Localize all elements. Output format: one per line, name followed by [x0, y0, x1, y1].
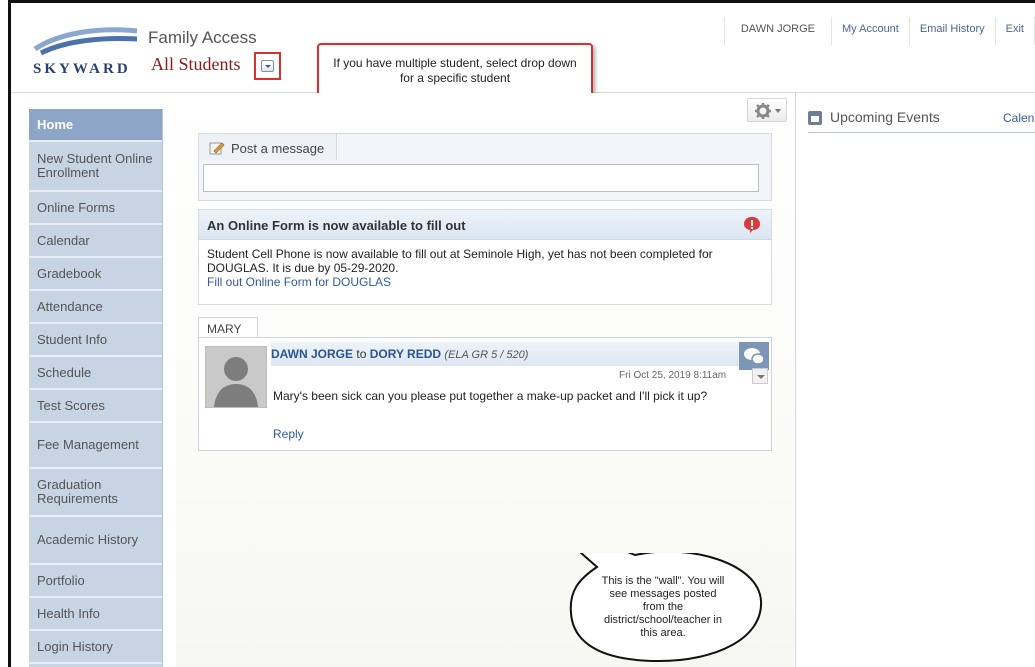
student-select-label[interactable]: All Students	[151, 54, 241, 75]
message-course: (ELA GR 5 / 520)	[444, 349, 529, 361]
online-form-notice: An Online Form is now available to fill …	[198, 209, 772, 305]
sidebar-item-gradebook[interactable]: Gradebook	[29, 258, 162, 291]
settings-button[interactable]	[747, 98, 787, 122]
message-card: DAWN JORGE to DORY REDD (ELA GR 5 / 520)…	[198, 337, 772, 451]
wall-callout: This is the "wall". You will see message…	[538, 515, 773, 665]
sidebar-item-test-scores[interactable]: Test Scores	[29, 390, 162, 423]
avatar	[205, 346, 267, 408]
post-message-box: Post a message	[198, 133, 772, 201]
message-header: DAWN JORGE to DORY REDD (ELA GR 5 / 520)	[271, 342, 769, 370]
sidebar-item-student-info[interactable]: Student Info	[29, 324, 162, 357]
app-title: Family Access	[148, 28, 257, 47]
sidebar-item-login-history[interactable]: Login History	[29, 631, 162, 664]
sidebar-item-fee-management[interactable]: Fee Management	[29, 423, 162, 469]
post-message-input[interactable]	[203, 164, 759, 192]
sidebar-item-calendar[interactable]: Calendar	[29, 225, 162, 258]
wall-callout-text: This is the "wall". You will see message…	[601, 575, 725, 639]
wall-area: Post a message An Online Form is now ava…	[176, 93, 794, 667]
caret-down-icon	[775, 109, 781, 113]
online-form-body: Student Cell Phone is now available to f…	[199, 240, 771, 296]
online-form-text: Student Cell Phone is now available to f…	[207, 247, 713, 275]
sidebar-item-online-forms[interactable]: Online Forms	[29, 192, 162, 225]
message-text: Mary's been sick can you please put toge…	[273, 389, 708, 403]
logo-text: SKYWARD	[33, 61, 131, 77]
sidebar-item-schedule[interactable]: Schedule	[29, 357, 162, 390]
skyward-logo[interactable]: SKYWARD	[29, 25, 144, 81]
student-dropdown[interactable]	[254, 52, 281, 80]
message-to-word: to	[356, 347, 367, 361]
sidebar-item-attendance[interactable]: Attendance	[29, 291, 162, 324]
sidebar-item-health-info[interactable]: Health Info	[29, 598, 162, 631]
exit-link[interactable]: Exit	[996, 17, 1035, 45]
reply-link[interactable]: Reply	[273, 427, 304, 441]
browser-frame: SKYWARD Family Access All Students If yo…	[8, 0, 1035, 667]
alert-icon	[744, 217, 760, 233]
message-date: Fri Oct 25, 2019 8:11am	[619, 370, 727, 381]
sidebar: Home New Student Online Enrollment Onlin…	[29, 109, 163, 667]
upcoming-events-title: Upcoming Events	[830, 109, 940, 125]
sidebar-item-home[interactable]: Home	[29, 109, 162, 142]
calendar-link[interactable]: Calendar	[1003, 111, 1035, 125]
header: SKYWARD Family Access All Students If yo…	[11, 3, 1035, 103]
user-name: DAWN JORGE	[725, 17, 832, 45]
upcoming-events-header: Upcoming Events Calendar	[808, 109, 1035, 133]
calendar-icon	[808, 111, 822, 125]
online-form-header: An Online Form is now available to fill …	[199, 210, 771, 240]
post-message-tab[interactable]: Post a message	[199, 134, 337, 160]
message-sender[interactable]: DAWN JORGE	[271, 347, 353, 361]
sidebar-item-portfolio[interactable]: Portfolio	[29, 565, 162, 598]
online-form-title: An Online Form is now available to fill …	[207, 218, 466, 233]
fill-out-form-link[interactable]: Fill out Online Form for DOUGLAS	[207, 275, 763, 289]
email-history-link[interactable]: Email History	[910, 17, 996, 45]
pencil-note-icon	[209, 142, 225, 155]
person-silhouette-icon	[214, 357, 258, 407]
post-message-label: Post a message	[231, 141, 325, 156]
sidebar-item-new-student-online-enrollment[interactable]: New Student Online Enrollment	[29, 142, 162, 192]
student-tab-mary[interactable]: MARY	[198, 317, 258, 338]
chevron-down-icon[interactable]	[261, 60, 274, 72]
chat-bubble-icon[interactable]	[739, 342, 769, 370]
gear-icon	[755, 103, 771, 119]
top-navigation: DAWN JORGE My Account Email History Exit	[723, 17, 1035, 45]
sidebar-item-graduation-requirements[interactable]: Graduation Requirements	[29, 469, 162, 517]
sidebar-item-academic-history[interactable]: Academic History	[29, 517, 162, 565]
message-recipient[interactable]: DORY REDD	[370, 347, 441, 361]
my-account-link[interactable]: My Account	[832, 17, 910, 45]
right-column: Upcoming Events Calendar	[795, 93, 1035, 667]
message-options-dropdown[interactable]	[752, 368, 768, 384]
